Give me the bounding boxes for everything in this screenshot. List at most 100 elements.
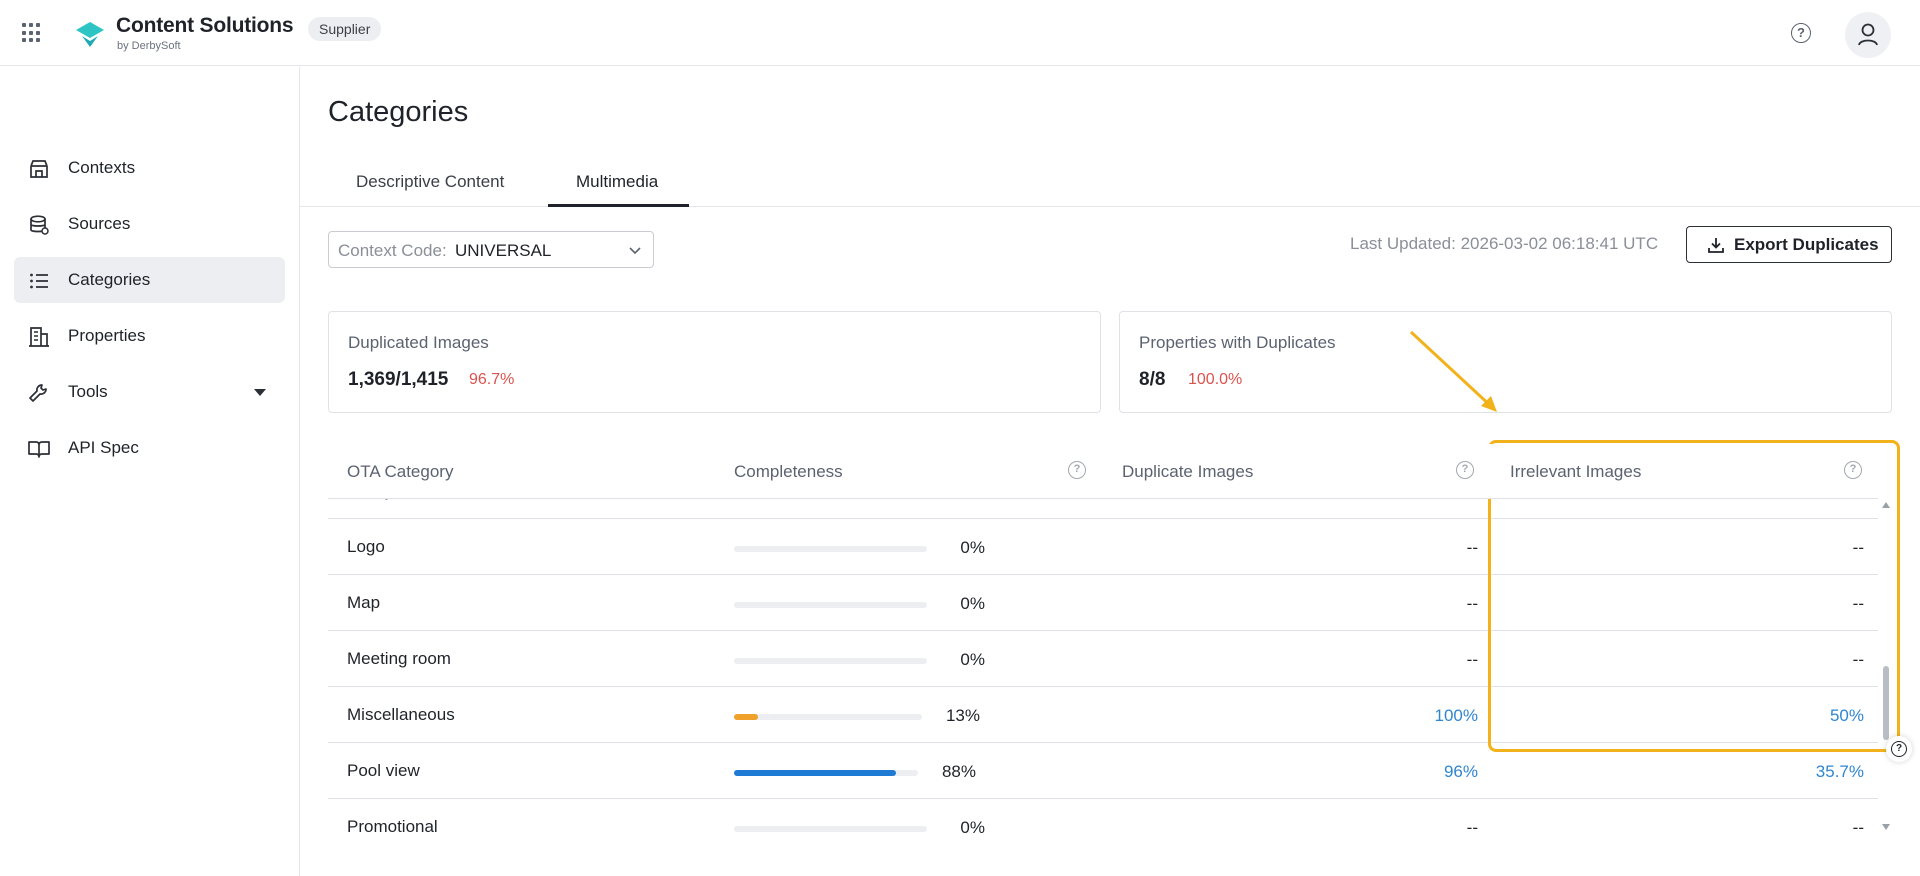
sidebar-item-label: Sources — [68, 214, 131, 233]
sidebar: Contexts Sources Categories Properties T… — [0, 67, 300, 876]
sidebar-item-sources[interactable]: Sources — [14, 201, 285, 247]
sidebar-item-tools[interactable]: Tools — [14, 369, 285, 415]
apps-grid-icon[interactable] — [22, 23, 42, 43]
completeness-percent: 0% — [960, 538, 985, 557]
sidebar-item-categories[interactable]: Categories — [14, 257, 285, 303]
stat-title: Duplicated Images — [348, 333, 489, 352]
sidebar-item-api-spec[interactable]: API Spec — [14, 425, 285, 471]
caret-down-icon — [254, 389, 266, 396]
duplicate-images-cell[interactable]: 100% — [1435, 706, 1478, 726]
column-header-ota-category[interactable]: OTA Category — [347, 462, 453, 482]
book-icon — [28, 441, 50, 458]
completeness-bar-track — [734, 826, 927, 832]
table-row[interactable]: Logo 0% -- -- — [328, 519, 1878, 575]
irrelevant-images-help-icon[interactable]: ? — [1844, 461, 1862, 479]
page-title: Categories — [328, 96, 469, 128]
brand-subtitle: by DerbySoft — [117, 40, 181, 52]
scroll-up-arrow-icon[interactable] — [1882, 502, 1890, 508]
completeness-bar-track — [734, 714, 922, 720]
table-header: OTA Category Completeness ? Duplicate Im… — [328, 444, 1878, 499]
duplicate-images-cell: -- — [1466, 818, 1478, 837]
stat-card-properties-with-duplicates: Properties with Duplicates 8/8 100.0% — [1119, 311, 1892, 413]
irrelevant-images-cell[interactable]: 50% — [1830, 706, 1864, 726]
completeness-percent: 75% — [916, 499, 976, 502]
ota-category-cell: Logo — [347, 537, 385, 556]
table-scrollbar[interactable] — [1880, 498, 1892, 838]
ota-category-cell: Promotional — [347, 817, 438, 836]
duplicate-images-cell: -- — [1466, 538, 1478, 557]
ota-category-cell: Miscellaneous — [347, 705, 455, 724]
wrench-icon — [29, 384, 47, 402]
last-updated-text: Last Updated: 2026-03-02 06:18:41 UTC — [1350, 234, 1659, 253]
table-row[interactable]: Miscellaneous 13% 100% 50% — [328, 687, 1878, 743]
completeness-bar-fill — [734, 770, 896, 776]
download-icon — [1708, 238, 1724, 253]
sidebar-item-properties[interactable]: Properties — [14, 313, 285, 359]
duplicate-images-help-icon[interactable]: ? — [1456, 461, 1474, 479]
completeness-percent: 0% — [960, 650, 985, 669]
completeness-bar-track — [734, 658, 927, 664]
tabs-divider — [300, 206, 1920, 207]
sidebar-item-label: API Spec — [68, 438, 139, 457]
building-icon — [29, 327, 49, 347]
column-header-irrelevant-images[interactable]: Irrelevant Images — [1510, 462, 1641, 482]
scrollbar-thumb[interactable] — [1883, 666, 1889, 740]
context-code-label: Context Code: — [338, 241, 447, 260]
column-header-completeness[interactable]: Completeness — [734, 462, 843, 482]
brand-title: Content Solutions — [116, 14, 294, 37]
duplicate-images-cell[interactable]: 96% — [1444, 762, 1478, 782]
irrelevant-images-cell: -- — [1852, 650, 1864, 669]
scroll-down-arrow-icon[interactable] — [1882, 824, 1890, 830]
supplier-badge: Supplier — [308, 17, 382, 41]
table-row[interactable]: Meeting room 0% -- -- — [328, 631, 1878, 687]
ota-category-cell: Meeting room — [347, 649, 451, 668]
irrelevant-images-cell: -- — [1852, 538, 1864, 557]
table-row[interactable]: Lobby view 75% — [328, 499, 1878, 519]
column-header-duplicate-images[interactable]: Duplicate Images — [1122, 462, 1253, 482]
irrelevant-images-cell[interactable]: 35.7% — [1816, 762, 1864, 782]
irrelevant-images-cell: -- — [1852, 594, 1864, 613]
tab-multimedia[interactable]: Multimedia — [576, 172, 658, 192]
ota-category-cell: Lobby view — [347, 499, 432, 501]
irrelevant-images-cell: -- — [1852, 818, 1864, 837]
stat-value: 8/8 — [1139, 369, 1166, 390]
duplicate-images-cell: -- — [1466, 594, 1478, 613]
completeness-percent: 13% — [945, 706, 980, 725]
ota-category-cell: Pool view — [347, 761, 420, 780]
help-circle-icon: ? — [1891, 741, 1907, 757]
table-row[interactable]: Pool view 88% 96% 35.7% — [328, 743, 1878, 799]
export-duplicates-button[interactable]: Export Duplicates — [1686, 226, 1892, 263]
store-icon — [30, 160, 48, 178]
user-icon — [1858, 23, 1878, 46]
user-avatar-button[interactable] — [1845, 12, 1891, 58]
export-duplicates-label: Export Duplicates — [1734, 235, 1879, 254]
help-circle-icon[interactable]: ? — [1791, 23, 1811, 43]
stat-title: Properties with Duplicates — [1139, 333, 1336, 352]
floating-help-button[interactable]: ? — [1886, 736, 1912, 762]
completeness-percent: 0% — [960, 818, 985, 837]
duplicate-images-cell: -- — [1466, 650, 1478, 669]
completeness-bar-track — [734, 770, 918, 776]
stat-percent: 96.7% — [469, 371, 515, 388]
table-row[interactable]: Map 0% -- -- — [328, 575, 1878, 631]
completeness-percent: 88% — [941, 762, 976, 781]
context-code-select[interactable]: Context Code: UNIVERSAL — [328, 231, 654, 268]
table-row[interactable]: Promotional 0% -- -- — [328, 799, 1878, 838]
completeness-bar-track — [734, 546, 927, 552]
database-icon — [30, 215, 49, 235]
stat-value: 1,369/1,415 — [348, 369, 449, 390]
sidebar-item-contexts[interactable]: Contexts — [14, 145, 285, 191]
chevron-down-icon — [629, 247, 641, 255]
top-bar: Content Solutions by DerbySoft Supplier … — [0, 0, 1920, 66]
completeness-bar-fill — [734, 714, 758, 720]
ota-category-table: OTA Category Completeness ? Duplicate Im… — [328, 444, 1878, 838]
tab-descriptive-content[interactable]: Descriptive Content — [356, 172, 504, 192]
annotation-arrow-icon — [1409, 330, 1497, 412]
sidebar-item-label: Tools — [68, 382, 108, 401]
table-body: Lobby view75%Logo0%----Map0%----Meeting … — [328, 499, 1878, 838]
completeness-bar-track — [734, 602, 927, 608]
sidebar-item-label: Contexts — [68, 158, 136, 177]
completeness-help-icon[interactable]: ? — [1068, 461, 1086, 479]
sidebar-item-label: Categories — [68, 270, 151, 289]
context-code-value: UNIVERSAL — [455, 241, 552, 260]
